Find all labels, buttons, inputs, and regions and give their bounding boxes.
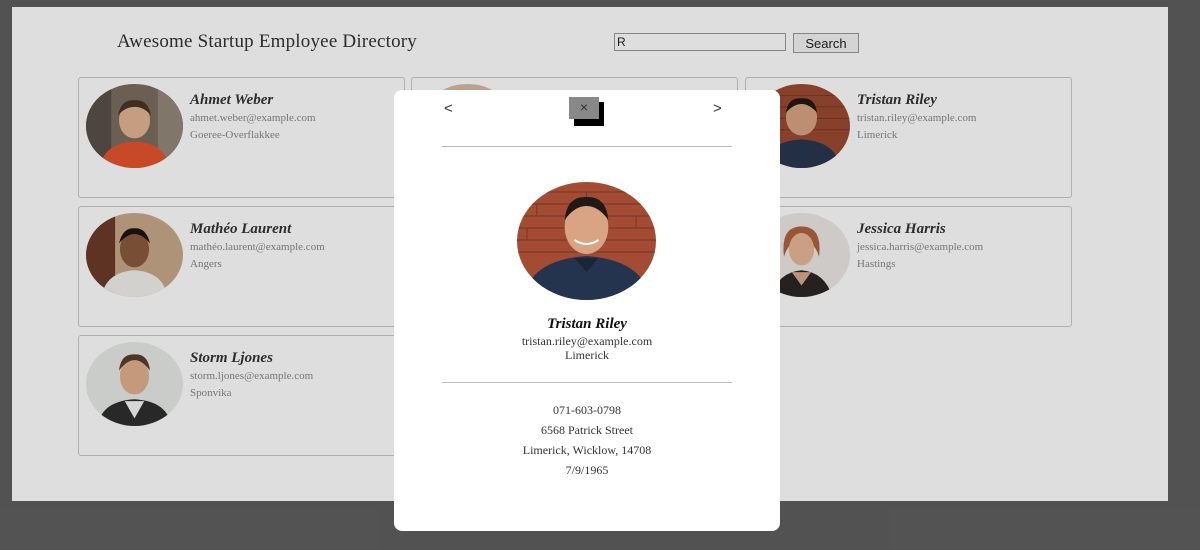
modal-employee-address: Limerick, Wicklow, 14708 [522,443,652,457]
modal-employee-city: Limerick [565,348,609,362]
modal-employee-phone: 071-603-0798 [553,403,621,417]
modal-employee-street: 6568 Patrick Street [541,423,633,437]
modal-employee-photo [517,182,656,300]
close-button[interactable]: × [569,97,599,119]
modal-divider-top [442,146,732,147]
modal-divider-bottom [442,382,732,383]
previous-employee-button[interactable]: < [444,100,453,117]
next-employee-button[interactable]: > [713,100,722,117]
modal-employee-email: tristan.riley@example.com [521,334,653,348]
modal-employee-birthday: 7/9/1965 [565,463,609,477]
modal-employee-name: Tristan Riley [547,316,627,332]
employee-modal: < × > Tristan Riley tristan.riley@exampl… [394,90,780,531]
